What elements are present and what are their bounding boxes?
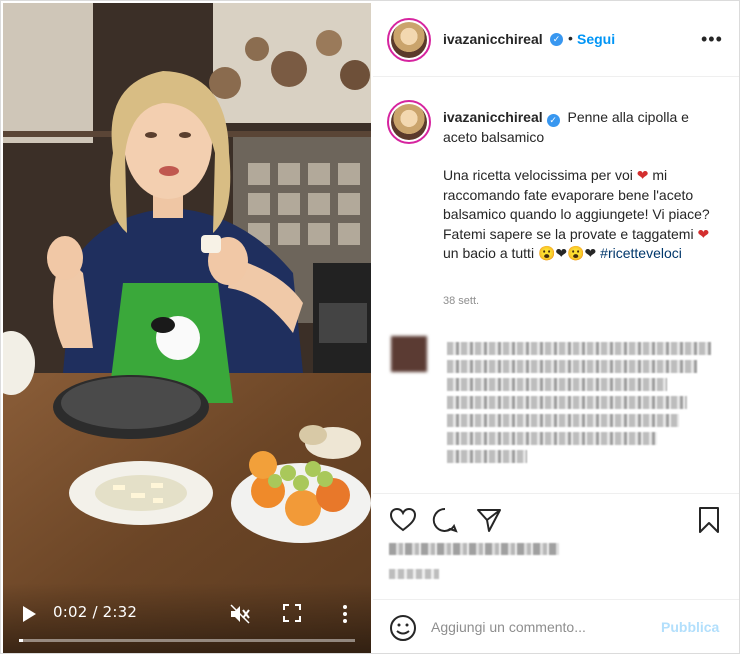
post-window: 0:02 / 2:32 ivazanicchireal ✓ • Segui ••… (0, 0, 740, 654)
comment-input[interactable] (431, 614, 651, 640)
separator-dot: • (568, 30, 573, 46)
save-bookmark-icon[interactable] (695, 506, 723, 534)
blurred-text-line (447, 414, 679, 427)
blurred-date (389, 569, 439, 579)
blurred-text-line (447, 450, 527, 463)
caption-area: ivazanicchireal ✓ Penne alla cipolla e ac… (373, 78, 739, 492)
video-controls: 0:02 / 2:32 (3, 583, 371, 653)
fullscreen-icon[interactable] (283, 604, 301, 622)
publish-button[interactable]: Pubblica (661, 619, 719, 635)
more-options-icon[interactable]: ••• (701, 29, 723, 50)
avatar[interactable] (387, 18, 431, 62)
heart-emoji: ❤ (697, 225, 710, 242)
play-icon[interactable] (21, 605, 37, 623)
video-player[interactable]: 0:02 / 2:32 (3, 3, 371, 653)
heart-emoji: ❤ (636, 167, 649, 183)
video-progress-fill (19, 639, 24, 642)
video-time: 0:02 / 2:32 (53, 603, 138, 621)
caption-verified-icon: ✓ (546, 114, 560, 127)
blurred-text-line (447, 396, 687, 409)
post-time-ago: 38 sett. (443, 295, 480, 307)
caption-body-3: un bacio a tutti (443, 245, 535, 261)
video-more-icon[interactable] (335, 603, 355, 625)
post-panel: ivazanicchireal ✓ • Segui ••• ivazanicch… (373, 3, 739, 653)
add-comment-bar: Pubblica (373, 599, 739, 653)
comment-icon[interactable] (431, 506, 459, 534)
caption-body-1: Una ricetta velocissima per voi (443, 167, 633, 183)
follow-button[interactable]: Segui (577, 31, 615, 47)
post-header: ivazanicchireal ✓ • Segui ••• (373, 3, 739, 77)
emoji-icon[interactable] (389, 614, 417, 642)
mute-icon[interactable] (229, 603, 251, 625)
blurred-comment (391, 336, 731, 486)
video-progress-bar[interactable] (19, 639, 355, 642)
caption-emojis: 😮❤😮❤ (537, 245, 597, 261)
blurred-text-line (447, 360, 697, 373)
caption-username[interactable]: ivazanicchireal (443, 109, 543, 125)
blurred-text-line (447, 432, 657, 445)
share-icon[interactable] (475, 506, 503, 534)
header-username[interactable]: ivazanicchireal (443, 31, 543, 47)
post-actions (373, 493, 739, 543)
video-frame (3, 3, 371, 653)
caption-avatar[interactable] (387, 100, 431, 144)
blurred-text-line (447, 378, 667, 391)
caption-text: ivazanicchireal ✓ Penne alla cipolla e ac… (443, 108, 725, 283)
blurred-avatar (391, 336, 427, 372)
verified-icon: ✓ (550, 33, 563, 46)
like-heart-icon[interactable] (389, 506, 417, 534)
blurred-likes (389, 543, 559, 555)
hashtag-link[interactable]: #ricetteveloci (600, 245, 682, 261)
blurred-text-line (447, 342, 711, 355)
